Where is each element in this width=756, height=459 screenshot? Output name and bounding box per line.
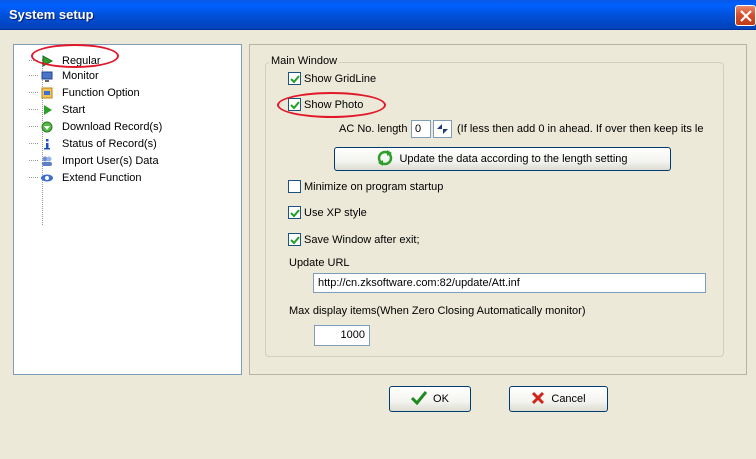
groupbox-title: Main Window: [269, 55, 340, 67]
checkbox-label: Minimize on program startup: [304, 180, 444, 193]
update-url-input[interactable]: http://cn.zksoftware.com:82/update/Att.i…: [313, 273, 706, 293]
highlight-ellipse-show-photo: [277, 92, 386, 118]
checkmark-icon: [290, 75, 300, 84]
tree-item-label: Import User(s) Data: [62, 154, 159, 167]
checkbox-label: Save Window after exit;: [304, 233, 420, 246]
checkbox-label: Show GridLine: [304, 72, 377, 85]
checkbox-box[interactable]: [288, 72, 301, 85]
extend-function-icon: [40, 171, 54, 185]
minimize-on-startup-checkbox[interactable]: Minimize on program startup: [288, 180, 443, 193]
tree-item-label: Download Record(s): [62, 120, 163, 133]
tree-item-label: Status of Record(s): [62, 137, 157, 150]
button-label: Cancel: [551, 393, 586, 405]
button-label: OK: [433, 393, 449, 405]
download-arrow-icon: [40, 120, 54, 134]
tree-item-monitor[interactable]: Monitor: [29, 68, 99, 83]
checkmark-icon: [290, 236, 300, 245]
tree-item-start[interactable]: Start: [29, 102, 86, 117]
play-arrow-green-icon: [40, 103, 54, 117]
tree-item-import-users[interactable]: Import User(s) Data: [29, 153, 159, 168]
save-window-checkbox[interactable]: Save Window after exit;: [288, 233, 420, 246]
info-icon: [40, 137, 54, 151]
ac-no-length-spinner[interactable]: [433, 120, 452, 138]
tree-item-label: Monitor: [62, 69, 99, 82]
checkmark-icon: [290, 209, 300, 218]
checkbox-box[interactable]: [288, 206, 301, 219]
checkmark-icon: [410, 390, 428, 408]
max-display-label: Max display items(When Zero Closing Auto…: [289, 305, 586, 317]
update-length-button[interactable]: Update the data according to the length …: [334, 147, 671, 171]
cancel-button[interactable]: Cancel: [509, 386, 608, 412]
tree-item-label: Function Option: [62, 86, 140, 99]
checkbox-label: Use XP style: [304, 206, 367, 219]
tree-item-label: Start: [62, 103, 86, 116]
checkbox-box[interactable]: [288, 180, 301, 193]
button-label: Update the data according to the length …: [399, 153, 628, 165]
tree-item-function-option[interactable]: Function Option: [29, 85, 140, 100]
close-icon: [740, 10, 752, 22]
update-url-label: Update URL: [289, 257, 350, 269]
title-bar: System setup: [0, 0, 756, 30]
tree-item-status-of-records[interactable]: Status of Record(s): [29, 136, 157, 151]
highlight-ellipse-regular: [31, 44, 119, 68]
settings-category-tree: Regular Monitor Function Option Start Do…: [13, 44, 242, 375]
tree-item-extend-function[interactable]: Extend Function: [29, 170, 142, 185]
max-display-input[interactable]: 1000: [314, 325, 370, 346]
cancel-x-icon: [531, 391, 545, 408]
ac-no-length-input[interactable]: 0: [411, 120, 431, 138]
spin-arrows-icon: [437, 124, 448, 134]
ac-no-length-label: AC No. length: [339, 123, 408, 135]
refresh-icon: [377, 149, 393, 169]
monitor-icon: [40, 69, 54, 83]
close-button[interactable]: [735, 5, 756, 26]
window-title: System setup: [9, 7, 94, 22]
show-gridline-checkbox[interactable]: Show GridLine: [288, 72, 376, 85]
users-import-icon: [40, 154, 54, 168]
use-xp-style-checkbox[interactable]: Use XP style: [288, 206, 367, 219]
ok-button[interactable]: OK: [389, 386, 471, 412]
tree-item-label: Extend Function: [62, 171, 142, 184]
checkbox-box[interactable]: [288, 233, 301, 246]
function-option-icon: [40, 86, 54, 100]
tree-item-download-records[interactable]: Download Record(s): [29, 119, 163, 134]
ac-no-length-hint: (If less then add 0 in ahead. If over th…: [457, 123, 704, 135]
